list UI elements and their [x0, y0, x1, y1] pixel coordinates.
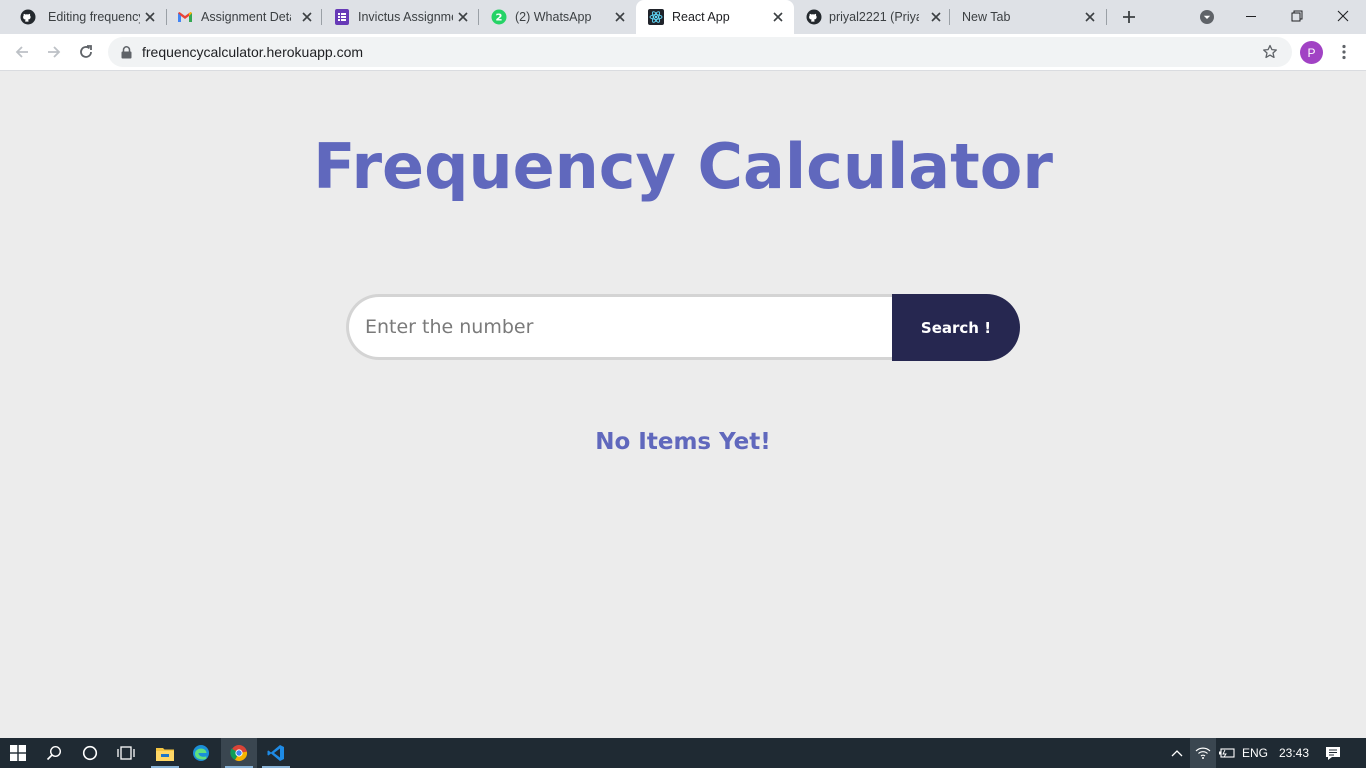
forward-button[interactable] [42, 40, 66, 64]
tab-title: Invictus Assignme [358, 10, 453, 24]
profile-avatar[interactable]: P [1300, 41, 1323, 64]
tab-title: Editing frequency [48, 10, 140, 24]
language-indicator[interactable]: ENG [1240, 738, 1270, 768]
close-icon[interactable] [612, 9, 628, 25]
tab-title: React App [672, 10, 730, 24]
tab-title: Assignment Deta [201, 10, 291, 24]
tab-invictus-assignment[interactable]: Invictus Assignme [322, 0, 479, 34]
edge-icon [193, 745, 209, 761]
search-icon [46, 745, 62, 761]
chevron-up-icon [1171, 750, 1183, 757]
vscode-icon [267, 745, 284, 761]
tab-react-app[interactable]: React App [636, 0, 794, 34]
back-button[interactable] [10, 40, 34, 64]
number-input[interactable] [346, 294, 892, 360]
forms-icon [334, 9, 350, 25]
chrome-icon [230, 745, 248, 761]
chrome-button[interactable] [221, 738, 257, 768]
more-vertical-icon [1342, 44, 1346, 60]
network-button[interactable] [1190, 738, 1216, 768]
url-text: frequencycalculator.herokuapp.com [142, 44, 364, 60]
new-tab-button[interactable] [1118, 6, 1140, 28]
notification-icon [1326, 746, 1340, 760]
tab-editing-frequency[interactable]: Editing frequency [5, 0, 167, 34]
react-icon [648, 9, 664, 25]
show-hidden-icons-button[interactable] [1166, 738, 1188, 768]
start-button[interactable] [0, 738, 36, 768]
task-view-button[interactable] [108, 738, 144, 768]
page-content: Frequency Calculator Search ! No Items Y… [0, 71, 1366, 738]
gmail-icon [177, 9, 193, 25]
task-view-icon [117, 746, 135, 760]
arrow-left-icon [15, 46, 28, 58]
battery-icon [1219, 748, 1235, 758]
close-icon[interactable] [770, 9, 786, 25]
github-icon [806, 9, 822, 25]
tab-whatsapp[interactable]: 2 (2) WhatsApp [479, 0, 635, 34]
cortana-button[interactable] [72, 738, 108, 768]
minimize-button[interactable] [1228, 0, 1274, 32]
vscode-button[interactable] [258, 738, 294, 768]
reload-button[interactable] [74, 40, 98, 64]
tab-priyal-github[interactable]: priyal2221 (Priyal [794, 0, 950, 34]
whatsapp-icon: 2 [491, 9, 507, 25]
file-explorer-button[interactable] [147, 738, 183, 768]
close-icon[interactable] [299, 9, 315, 25]
clock[interactable]: 23:43 [1276, 738, 1312, 768]
plus-icon [1123, 11, 1135, 23]
reload-icon [80, 45, 92, 58]
windows-icon [10, 745, 26, 761]
restore-button[interactable] [1274, 0, 1320, 32]
browser-menu-button[interactable] [1335, 42, 1353, 62]
minimize-icon [1246, 16, 1256, 17]
lock-icon [118, 44, 134, 60]
taskbar-search-button[interactable] [36, 738, 72, 768]
bookmark-star-icon[interactable] [1261, 43, 1279, 61]
restore-icon [1291, 10, 1303, 22]
profile-initial: P [1307, 45, 1316, 60]
close-icon[interactable] [928, 9, 944, 25]
tab-separator [1106, 9, 1107, 25]
wifi-icon [1195, 747, 1211, 759]
github-icon [20, 9, 36, 25]
tab-title: (2) WhatsApp [515, 10, 592, 24]
close-icon[interactable] [142, 9, 158, 25]
arrow-right-icon [48, 46, 61, 58]
close-icon[interactable] [1082, 9, 1098, 25]
tab-search-button[interactable] [1197, 7, 1217, 27]
svg-text:2: 2 [496, 13, 503, 24]
cortana-circle-icon [82, 745, 98, 761]
browser-toolbar: frequencycalculator.herokuapp.com P [0, 34, 1366, 71]
address-bar[interactable]: frequencycalculator.herokuapp.com [108, 37, 1292, 67]
close-icon[interactable] [455, 9, 471, 25]
tab-assignment-details[interactable]: Assignment Deta [162, 0, 322, 34]
tab-title: priyal2221 (Priyal [829, 10, 919, 24]
close-icon [1337, 10, 1349, 22]
battery-button[interactable] [1216, 738, 1238, 768]
folder-icon [156, 747, 174, 761]
tab-title: New Tab [962, 10, 1011, 24]
chevron-down-circle-icon [1200, 10, 1214, 24]
tab-new-tab[interactable]: New Tab [950, 0, 1107, 34]
close-window-button[interactable] [1320, 0, 1366, 32]
action-center-button[interactable] [1320, 738, 1346, 768]
edge-button[interactable] [183, 738, 219, 768]
search-button[interactable]: Search ! [892, 294, 1020, 361]
page-title: Frequency Calculator [313, 130, 1053, 203]
empty-state-message: No Items Yet! [595, 429, 771, 455]
windows-taskbar: ENG 23:43 [0, 738, 1366, 768]
browser-tab-strip: Editing frequency Assignment Deta Invict… [0, 0, 1366, 34]
